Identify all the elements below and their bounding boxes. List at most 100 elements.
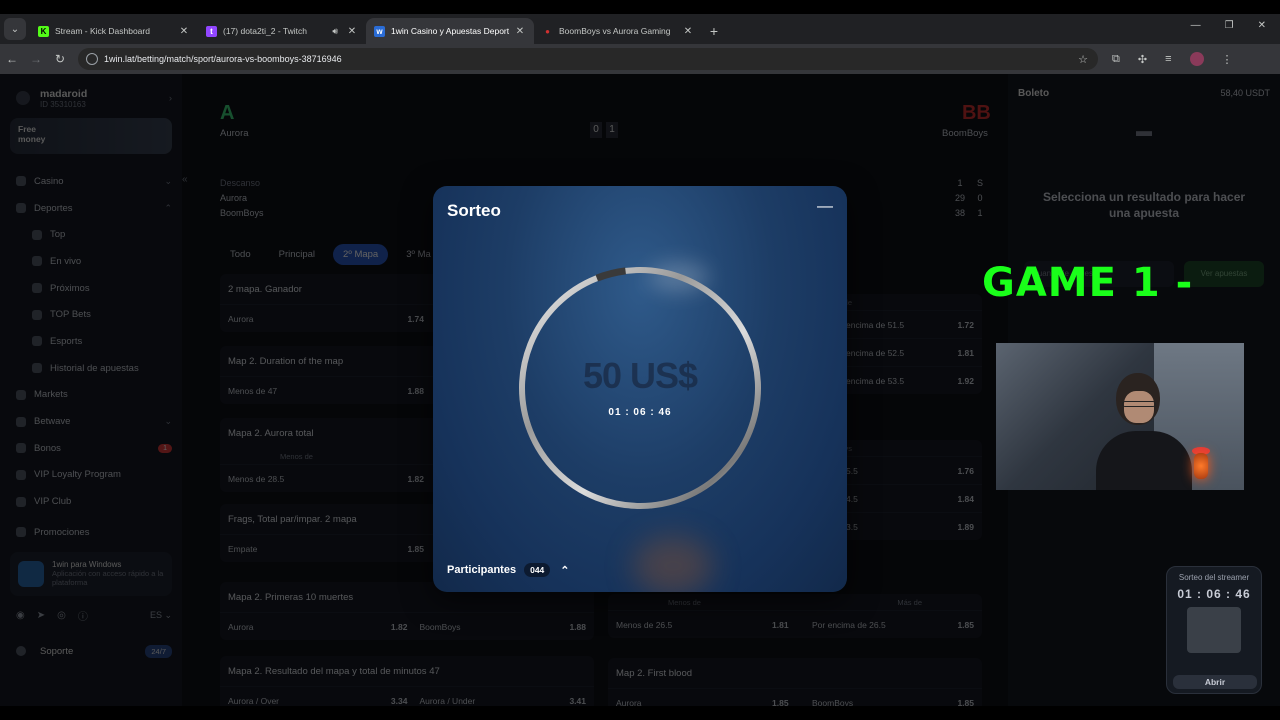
outcome-label[interactable]: encima de 51.5: [846, 320, 904, 330]
outcome-label[interactable]: Menos de 28.5: [228, 474, 284, 484]
odds-value[interactable]: 1.84: [957, 494, 974, 504]
chevron-icon[interactable]: ⌄: [164, 176, 172, 187]
streamer-raffle-widget[interactable]: Sorteo del streamer 01 : 06 : 46 Abrir: [1166, 566, 1262, 694]
user-panel[interactable]: madaroid ID 35310163 ›: [10, 84, 172, 112]
new-tab-icon[interactable]: +: [702, 18, 726, 44]
minimize-icon[interactable]: —: [817, 198, 833, 216]
sidebar-item-vip-club[interactable]: VIP Club: [10, 488, 172, 515]
outcome-label[interactable]: Aurora / Under: [419, 696, 569, 706]
odds-value[interactable]: 1.89: [957, 522, 974, 532]
close-tab-icon[interactable]: ✕: [178, 26, 190, 37]
outcome-label[interactable]: Por encima de 26.5: [812, 620, 957, 630]
tab-principal[interactable]: Principal: [269, 244, 325, 265]
odds-value[interactable]: 1.85: [957, 620, 974, 630]
sidebar-item-historial-de-apuestas[interactable]: Historial de apuestas: [10, 355, 172, 382]
speaker-icon[interactable]: 🔊︎: [332, 26, 338, 37]
outcome-label[interactable]: BoomBoys: [419, 622, 569, 632]
odds-value[interactable]: 1.74: [407, 314, 424, 324]
sidebar-item-promociones[interactable]: Promociones: [10, 519, 172, 546]
close-tab-icon[interactable]: ✕: [514, 26, 526, 37]
chevron-right-icon[interactable]: ›: [169, 93, 172, 104]
market-title[interactable]: Map 2. First blood: [608, 658, 982, 688]
telegram-icon[interactable]: ➤: [37, 610, 45, 621]
restore-icon[interactable]: ❐: [1225, 20, 1234, 31]
forward-icon[interactable]: →: [24, 52, 48, 66]
back-icon[interactable]: ←: [0, 52, 24, 66]
open-button[interactable]: Abrir: [1173, 675, 1257, 689]
odds-value[interactable]: 1.88: [407, 386, 424, 396]
sidebar-item-vip-loyalty-program[interactable]: VIP Loyalty Program: [10, 462, 172, 489]
chevron-icon[interactable]: ⌄: [164, 416, 172, 427]
tab-kick[interactable]: K Stream - Kick Dashboard ✕: [30, 18, 198, 44]
collapse-sidebar-icon[interactable]: «: [182, 174, 188, 185]
whatsapp-icon[interactable]: ◉: [16, 610, 25, 621]
sidebar-item-esports[interactable]: Esports: [10, 328, 172, 355]
tab-2-mapa[interactable]: 2º Mapa: [333, 244, 389, 265]
sidebar-item-deportes[interactable]: Deportes ⌃: [10, 195, 172, 222]
outcome-label[interactable]: 3.5: [846, 522, 858, 532]
sidebar-item-top-bets[interactable]: TOP Bets: [10, 301, 172, 328]
outcome-label[interactable]: Empate: [228, 544, 257, 554]
outcome-label[interactable]: 4.5: [846, 494, 858, 504]
language-select[interactable]: ES ⌄: [150, 610, 172, 621]
site-info-icon[interactable]: [86, 53, 98, 65]
outcome-label[interactable]: encima de 52.5: [846, 348, 904, 358]
bookmark-star-icon[interactable]: ☆: [1078, 53, 1088, 66]
outcome-label[interactable]: BoomBoys: [812, 698, 957, 707]
odds-value[interactable]: 1.92: [957, 376, 974, 386]
free-money-banner[interactable]: Free money: [10, 118, 172, 154]
odds-value[interactable]: 3.41: [569, 696, 586, 706]
tab-twitch[interactable]: t (17) dota2ti_2 - Twitch 🔊︎ ✕: [198, 18, 366, 44]
odds-value[interactable]: 1.81: [957, 348, 974, 358]
team2[interactable]: BB BoomBoys: [942, 102, 991, 139]
odds-value[interactable]: 1.88: [569, 622, 586, 632]
close-tab-icon[interactable]: ✕: [346, 26, 358, 37]
install-app-icon[interactable]: ⧉: [1112, 53, 1120, 66]
support-button[interactable]: Soporte 24/7: [10, 644, 172, 658]
reload-icon[interactable]: ↻: [48, 52, 72, 66]
menu-icon[interactable]: ⋮: [1222, 53, 1233, 66]
odds-value[interactable]: 1.85: [772, 698, 802, 707]
view-bets-button[interactable]: Ver apuestas: [1184, 261, 1264, 287]
sidebar-item-betwave[interactable]: Betwave ⌄: [10, 408, 172, 435]
chevron-icon[interactable]: ⌃: [164, 203, 172, 214]
sidebar-item-markets[interactable]: Markets: [10, 382, 172, 409]
odds-value[interactable]: 1.81: [772, 620, 802, 630]
sidebar-item-en-vivo[interactable]: En vivo: [10, 248, 172, 275]
sidebar-item-top[interactable]: Top: [10, 221, 172, 248]
odds-value[interactable]: 1.72: [957, 320, 974, 330]
media-icon[interactable]: ≡: [1165, 53, 1171, 65]
outcome-label[interactable]: Menos de 26.5: [616, 620, 772, 630]
tab-todo[interactable]: Todo: [220, 244, 261, 265]
sidebar-item-bonos[interactable]: Bonos 1: [10, 435, 172, 462]
minimize-icon[interactable]: —: [1191, 20, 1201, 31]
participants-toggle[interactable]: Participantes 044 ⌃: [447, 563, 570, 577]
odds-value[interactable]: 1.82: [407, 474, 424, 484]
profile-avatar[interactable]: [1189, 52, 1204, 66]
outcome-label[interactable]: Aurora: [616, 698, 772, 707]
info-icon[interactable]: ⓘ: [78, 608, 88, 623]
chevron-up-icon[interactable]: ⌃: [560, 564, 569, 577]
outcome-label[interactable]: Aurora / Over: [228, 696, 279, 706]
outcome-label[interactable]: 5.5: [846, 466, 858, 476]
odds-value[interactable]: 3.34: [391, 696, 408, 706]
url-field[interactable]: 1win.lat/betting/match/sport/aurora-vs-b…: [78, 48, 1098, 70]
outcome-label[interactable]: encima de 53.5: [846, 376, 904, 386]
team1[interactable]: A Aurora: [220, 102, 249, 139]
close-tab-icon[interactable]: ✕: [682, 26, 694, 37]
extensions-icon[interactable]: ✣: [1138, 53, 1147, 66]
odds-value[interactable]: 1.85: [957, 698, 974, 707]
tab-1win[interactable]: w 1win Casino y Apuestas Deport ✕: [366, 18, 534, 44]
outcome-label[interactable]: Aurora: [228, 622, 254, 632]
odds-value[interactable]: 1.76: [957, 466, 974, 476]
outcome-label[interactable]: Menos de 47: [228, 386, 277, 396]
tab-boomboys[interactable]: ● BoomBoys vs Aurora Gaming ✕: [534, 18, 702, 44]
outcome-label[interactable]: Aurora: [228, 314, 254, 324]
odds-value[interactable]: 1.85: [407, 544, 424, 554]
tab-search-button[interactable]: ⌄: [4, 18, 26, 40]
sidebar-item-pr-ximos[interactable]: Próximos: [10, 275, 172, 302]
windows-app-banner[interactable]: 1win para Windows Aplicación con acceso …: [10, 551, 172, 596]
close-window-icon[interactable]: ✕: [1258, 20, 1266, 31]
odds-value[interactable]: 1.82: [391, 622, 408, 632]
sidebar-item-casino[interactable]: Casino ⌄: [10, 168, 172, 195]
